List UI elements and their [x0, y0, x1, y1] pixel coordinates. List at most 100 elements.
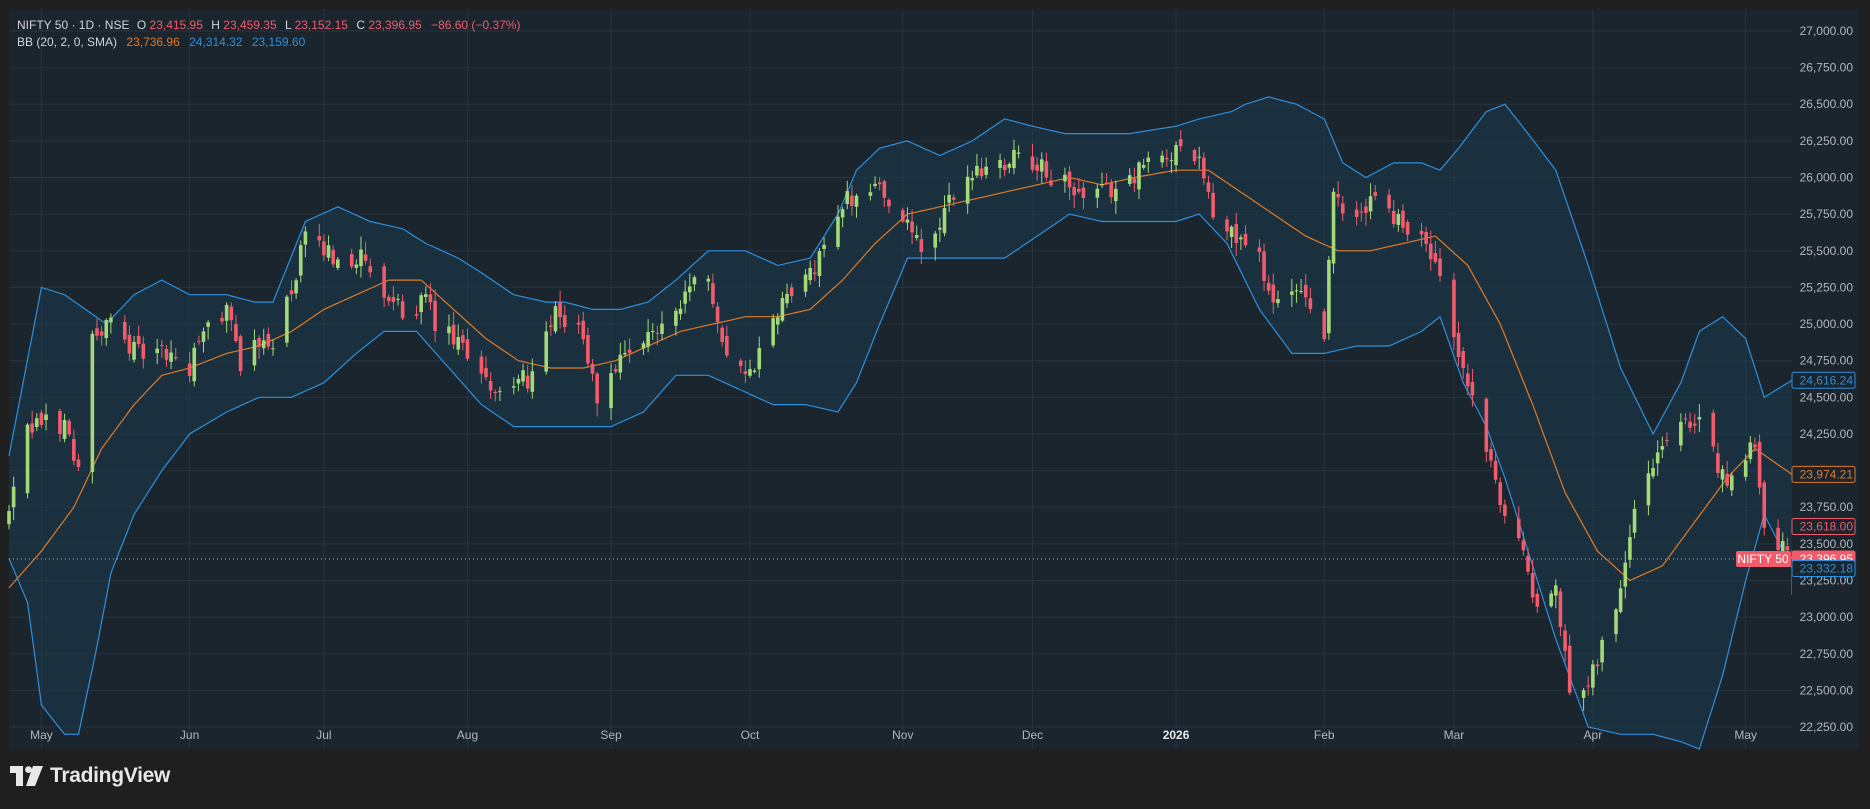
candle-body	[1688, 421, 1692, 428]
candle-body	[984, 166, 988, 175]
candle-body	[1327, 259, 1331, 334]
candle-body	[1679, 421, 1683, 446]
candle-body	[1095, 188, 1100, 198]
candle-body	[99, 331, 104, 336]
candle-body	[646, 332, 650, 347]
candle-body	[1493, 460, 1498, 480]
candle-body	[1146, 157, 1151, 162]
candle-body	[1498, 482, 1503, 506]
candle-body	[1257, 247, 1262, 253]
candle-body	[748, 369, 752, 376]
candle-body	[1683, 418, 1688, 420]
candle-body	[1169, 160, 1174, 162]
candle-body	[1211, 192, 1215, 218]
candle-body	[67, 420, 72, 435]
candle-body	[850, 195, 854, 206]
low-label: L	[285, 18, 292, 32]
candle-body	[549, 325, 553, 328]
candle-body	[1729, 475, 1734, 491]
y-tick-label: 25,250.00	[1800, 280, 1854, 294]
x-tick-label: Jul	[316, 728, 331, 742]
candle-body	[1438, 258, 1442, 276]
candle-body	[840, 209, 845, 218]
candle-body	[396, 298, 400, 300]
candle-body	[1503, 504, 1507, 516]
candle-body	[933, 233, 938, 248]
candle-body	[44, 414, 48, 420]
candle-body	[521, 370, 525, 382]
candle-body	[1558, 591, 1563, 627]
bb-indicator-label[interactable]: BB (20, 2, 0, SMA)	[17, 35, 117, 49]
candle-body	[562, 315, 567, 328]
close-label: C	[356, 18, 365, 32]
candle-body	[1757, 441, 1762, 488]
candle-body	[109, 317, 113, 323]
candle-body	[1428, 243, 1433, 260]
candle-body	[479, 356, 484, 374]
candle-body	[1762, 482, 1767, 528]
candle-body	[1340, 203, 1345, 214]
x-tick-label: May	[1734, 728, 1757, 742]
candle-body	[544, 331, 549, 372]
candle-body	[1234, 224, 1239, 243]
x-tick-label: Oct	[741, 728, 760, 742]
candle-body	[1586, 685, 1591, 687]
y-tick-label: 23,500.00	[1800, 537, 1854, 551]
candle-body	[447, 326, 451, 334]
candle-body	[1452, 279, 1456, 338]
candle-body	[914, 235, 919, 238]
candle-body	[1359, 211, 1364, 213]
candle-body	[1072, 187, 1076, 196]
candle-body	[400, 301, 405, 319]
candle-body	[317, 236, 322, 241]
candle-body	[1753, 444, 1757, 448]
candle-body	[11, 486, 16, 508]
candle-body	[1405, 222, 1410, 235]
candle-body	[368, 266, 373, 273]
candle-body	[58, 410, 62, 435]
candle-body	[25, 424, 30, 494]
candle-body	[1711, 412, 1716, 447]
candle-body	[1109, 182, 1114, 198]
candle-body	[743, 371, 748, 375]
candle-body	[72, 438, 76, 461]
x-tick-label: Jun	[180, 728, 199, 742]
candle-body	[1424, 231, 1428, 245]
candle-body	[752, 370, 757, 372]
bb-basis-value: 23,736.96	[126, 35, 180, 49]
candle-body	[882, 181, 887, 198]
candle-body	[1081, 187, 1086, 198]
candle-body	[627, 349, 632, 353]
candle-body	[354, 264, 359, 268]
candle-body	[1266, 282, 1271, 291]
symbol-title[interactable]: NIFTY 50 · 1D · NSE	[17, 18, 129, 32]
candle-body	[1077, 188, 1081, 192]
candle-body	[1595, 664, 1600, 667]
candle-body	[1433, 253, 1438, 262]
candle-body	[1632, 508, 1637, 533]
candle-body	[771, 318, 775, 346]
candle-body	[1225, 219, 1229, 232]
candle-body	[674, 310, 678, 326]
candle-body	[785, 293, 789, 304]
candle-body	[525, 375, 530, 389]
candle-body	[224, 304, 229, 321]
candle-body	[1516, 518, 1521, 539]
candle-body	[1364, 206, 1368, 213]
candle-body	[1100, 184, 1104, 186]
y-tick-label: 22,500.00	[1800, 683, 1854, 697]
candle-body	[1132, 178, 1137, 184]
candle-body	[873, 183, 877, 186]
candle-body	[349, 254, 354, 267]
candle-body	[641, 343, 646, 349]
candle-body	[95, 328, 99, 336]
chart-canvas[interactable]: 27,000.00 26,750.00 26,500.00 26,250.00 26,0…	[0, 0, 1870, 809]
y-tick-label: 25,000.00	[1800, 317, 1854, 331]
tradingview-logo[interactable]: TradingView	[10, 764, 170, 788]
svg-text:BB (20, 2, 0, SMA) 23,73: BB (20, 2, 0, SMA) 23,736.96 24,314.32 2…	[17, 35, 306, 49]
close-value: 23,396.95	[368, 18, 422, 32]
bb-lower-value: 23,159.60	[252, 35, 306, 49]
candle-body	[132, 341, 136, 360]
y-tick-label: 22,250.00	[1800, 720, 1854, 734]
candle-body	[1206, 182, 1211, 192]
